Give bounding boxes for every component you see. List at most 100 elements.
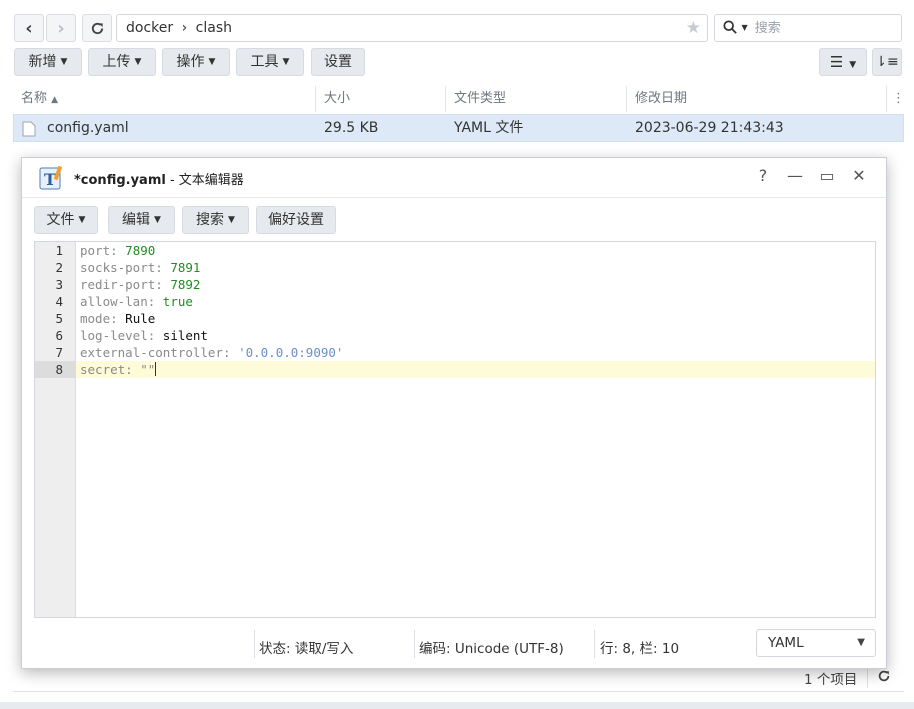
preferences-label: 偏好设置 <box>268 212 324 228</box>
new-button[interactable]: 新增 ▼ <box>14 48 82 76</box>
window-title-filename: *config.yaml <box>74 173 166 188</box>
chevron-down-icon: ▼ <box>282 57 290 67</box>
edit-menu-label: 编辑 <box>122 212 151 228</box>
code-line[interactable]: 6 log-level: silent <box>35 327 875 344</box>
close-button[interactable]: ✕ <box>849 166 869 185</box>
file-size: 29.5 KB <box>324 120 379 136</box>
minimize-button[interactable]: — <box>785 166 805 185</box>
yaml-value: 7890 <box>125 243 156 258</box>
code-line[interactable]: 3 redir-port: 7892 <box>35 276 875 293</box>
chevron-down-icon: ▼ <box>154 215 161 225</box>
text-editor-window: T *config.yaml - 文本编辑器 ? — ▭ ✕ 文件 ▼ 编辑 ▼ 搜… <box>21 157 887 669</box>
help-button[interactable]: ? <box>753 166 773 185</box>
status-encoding: 编码: Unicode (UTF-8) <box>419 641 564 657</box>
bottom-bar <box>0 702 914 709</box>
code-line[interactable]: 7 external-controller: '0.0.0.0:9090' <box>35 344 875 361</box>
line-number: 7 <box>55 345 63 360</box>
path-segment[interactable]: clash <box>196 20 232 36</box>
yaml-key: external-controller <box>80 345 223 360</box>
window-title: *config.yaml - 文本编辑器 <box>74 169 244 188</box>
action-button-label: 操作 <box>176 54 205 70</box>
code-line[interactable]: 2 socks-port: 7891 <box>35 259 875 276</box>
view-mode-button[interactable]: ☰ ▼ <box>819 48 867 76</box>
help-icon: ? <box>758 166 768 185</box>
status-cursor-position: 行: 8, 栏: 10 <box>600 641 680 657</box>
back-button[interactable]: ‹ <box>14 14 44 42</box>
window-title-app: - 文本编辑器 <box>165 173 244 188</box>
column-name-label: 名称 <box>21 91 48 106</box>
forward-button[interactable]: › <box>46 14 76 42</box>
edit-menu-button[interactable]: 编辑 ▼ <box>108 206 175 234</box>
settings-button-label: 设置 <box>324 54 352 70</box>
line-number: 4 <box>55 294 63 309</box>
list-icon: ☰ <box>829 53 844 71</box>
column-header-name[interactable]: 名称 ▲ <box>13 86 315 112</box>
line-number: 8 <box>35 361 76 378</box>
chevron-down-icon: ▼ <box>849 60 857 70</box>
yaml-key: log-level <box>80 328 148 343</box>
path-separator: › <box>181 20 188 36</box>
chevron-down-icon: ▼ <box>228 215 235 225</box>
search-menu-label: 搜索 <box>196 212 225 228</box>
file-type: YAML 文件 <box>454 120 524 136</box>
code-editor[interactable]: 1 port: 7890 2 socks-port: 7891 3 redir-… <box>34 241 876 618</box>
table-row[interactable]: config.yaml 29.5 KB YAML 文件 2023-06-29 2… <box>13 114 904 142</box>
search-input[interactable]: ▼ 搜索 <box>714 14 902 42</box>
sort-ascending-icon: ▲ <box>51 95 59 105</box>
code-line[interactable]: 5 mode: Rule <box>35 310 875 327</box>
upload-button[interactable]: 上传 ▼ <box>88 48 156 76</box>
line-number: 5 <box>55 311 63 326</box>
yaml-key: redir-port <box>80 277 156 292</box>
column-modified-label: 修改日期 <box>635 91 688 106</box>
star-icon[interactable]: ★ <box>686 15 701 41</box>
path-bar[interactable]: docker › clash ★ <box>116 14 708 42</box>
status-state: 状态: 读取/写入 <box>259 641 354 657</box>
refresh-button[interactable] <box>82 14 112 42</box>
refresh-footer-button[interactable] <box>877 669 891 687</box>
column-header-size[interactable]: 大小 <box>315 86 445 112</box>
chevron-down-icon: ▼ <box>60 57 68 67</box>
yaml-value: "" <box>140 362 156 377</box>
divider <box>22 197 886 198</box>
divider <box>414 630 415 658</box>
syntax-mode-select[interactable]: YAML ▼ <box>756 629 876 657</box>
column-options-button[interactable]: ⋮ <box>886 86 905 112</box>
chevron-down-icon: ▼ <box>78 215 86 225</box>
column-size-label: 大小 <box>324 91 351 106</box>
maximize-button[interactable]: ▭ <box>817 166 837 185</box>
syntax-mode-value: YAML <box>768 635 804 651</box>
action-button[interactable]: 操作 ▼ <box>162 48 230 76</box>
code-line[interactable]: 4 allow-lan: true <box>35 293 875 310</box>
file-menu-button[interactable]: 文件 ▼ <box>34 206 98 234</box>
column-header-modified[interactable]: 修改日期 <box>626 86 886 112</box>
chevron-down-icon: ▼ <box>134 57 142 67</box>
divider <box>867 668 868 688</box>
column-header-type[interactable]: 文件类型 <box>445 86 626 112</box>
preferences-button[interactable]: 偏好设置 <box>256 206 336 234</box>
maximize-icon: ▭ <box>819 166 835 185</box>
yaml-value: silent <box>162 328 208 343</box>
chevron-left-icon: ‹ <box>25 17 33 39</box>
item-count: 1 个项目 <box>804 672 858 688</box>
refresh-icon <box>878 670 890 682</box>
code-line-active[interactable]: 8 secret: "" <box>35 361 875 378</box>
chevron-down-icon: ▼ <box>741 23 748 32</box>
sort-button[interactable]: ⇂≡ <box>872 48 902 76</box>
yaml-key: secret <box>80 362 126 377</box>
refresh-icon <box>91 22 103 34</box>
column-type-label: 文件类型 <box>454 91 507 106</box>
divider <box>13 691 904 692</box>
tools-button[interactable]: 工具 ▼ <box>236 48 304 76</box>
svg-text:T: T <box>44 170 56 189</box>
search-icon[interactable] <box>723 20 741 36</box>
path-segment[interactable]: docker <box>126 20 173 36</box>
yaml-key: allow-lan <box>80 294 148 309</box>
settings-button[interactable]: 设置 <box>311 48 365 76</box>
file-menu-label: 文件 <box>46 212 75 228</box>
new-button-label: 新增 <box>28 54 57 70</box>
yaml-value: '0.0.0.0:9090' <box>238 345 344 360</box>
close-icon: ✕ <box>852 166 866 185</box>
code-line[interactable]: 1 port: 7890 <box>35 242 875 259</box>
line-number: 2 <box>55 260 63 275</box>
search-menu-button[interactable]: 搜索 ▼ <box>182 206 249 234</box>
